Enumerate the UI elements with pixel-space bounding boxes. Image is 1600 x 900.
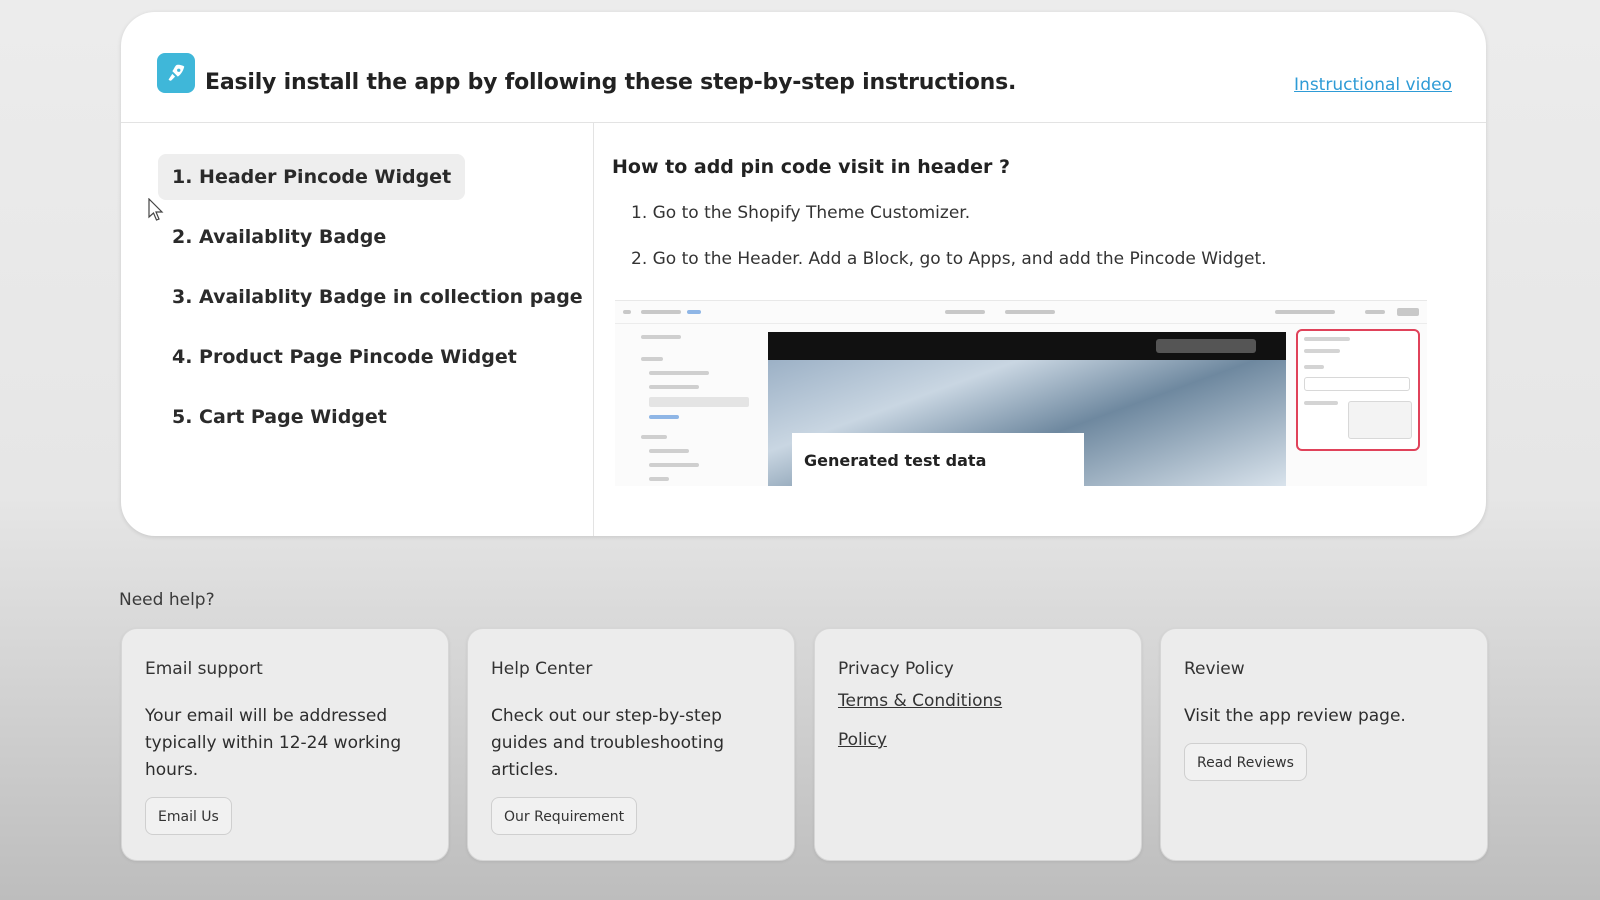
instruction-title: How to add pin code visit in header ? — [612, 156, 1010, 178]
screenshot-toolbar — [615, 301, 1427, 324]
step-header-pincode-widget[interactable]: 1. Header Pincode Widget — [158, 154, 466, 200]
card-description: Check out our step-by-step guides and tr… — [491, 706, 725, 780]
email-us-button[interactable]: Email Us — [145, 797, 232, 835]
review-card: Review Visit the app review page. Read R… — [1160, 628, 1488, 861]
install-card: Easily install the app by following thes… — [121, 12, 1486, 536]
steps-list: 1. Header Pincode Widget 2. Availablity … — [121, 122, 594, 536]
instructional-video-link[interactable]: Instructional video — [1294, 75, 1452, 95]
our-requirement-button[interactable]: Our Requirement — [491, 797, 638, 835]
install-title: Easily install the app by following thes… — [205, 70, 1017, 95]
screenshot-overlay-text: Generated test data — [804, 451, 987, 470]
read-reviews-button[interactable]: Read Reviews — [1184, 743, 1307, 781]
card-title: Email support — [145, 659, 263, 679]
instruction-step: 2. Go to the Header. Add a Block, go to … — [631, 249, 1267, 269]
screenshot-overlay-box: Generated test data — [792, 433, 1084, 486]
screenshot-store-preview: Generated test data — [768, 332, 1286, 486]
screenshot-pincode-widget-panel — [1296, 329, 1420, 451]
step-availability-badge-collection[interactable]: 3. Availablity Badge in collection page — [158, 274, 597, 320]
email-support-card: Email support Your email will be address… — [121, 628, 449, 861]
card-description: Your email will be addressed typically w… — [145, 706, 402, 780]
card-title: Privacy Policy — [838, 659, 954, 679]
card-description: Visit the app review page. — [1184, 706, 1406, 726]
step-availability-badge[interactable]: 2. Availablity Badge — [158, 214, 400, 260]
help-heading: Need help? — [119, 590, 215, 610]
mouse-cursor-icon — [148, 198, 164, 221]
terms-conditions-link[interactable]: Terms & Conditions — [838, 691, 1002, 711]
instruction-step: 1. Go to the Shopify Theme Customizer. — [631, 203, 971, 223]
policy-link[interactable]: Policy — [838, 730, 887, 750]
card-title: Help Center — [491, 659, 593, 679]
screenshot-sidebar — [615, 323, 765, 486]
install-header: Easily install the app by following thes… — [121, 12, 1486, 123]
step-cart-page-widget[interactable]: 5. Cart Page Widget — [158, 394, 401, 440]
instruction-screenshot: Generated test data — [615, 300, 1427, 486]
help-center-card: Help Center Check out our step-by-step g… — [467, 628, 795, 861]
instruction-panel: How to add pin code visit in header ? 1.… — [593, 122, 1486, 536]
card-title: Review — [1184, 659, 1245, 679]
rocket-icon — [157, 53, 195, 93]
step-product-page-pincode-widget[interactable]: 4. Product Page Pincode Widget — [158, 334, 531, 380]
privacy-policy-card: Privacy Policy Terms & Conditions Policy — [814, 628, 1142, 861]
